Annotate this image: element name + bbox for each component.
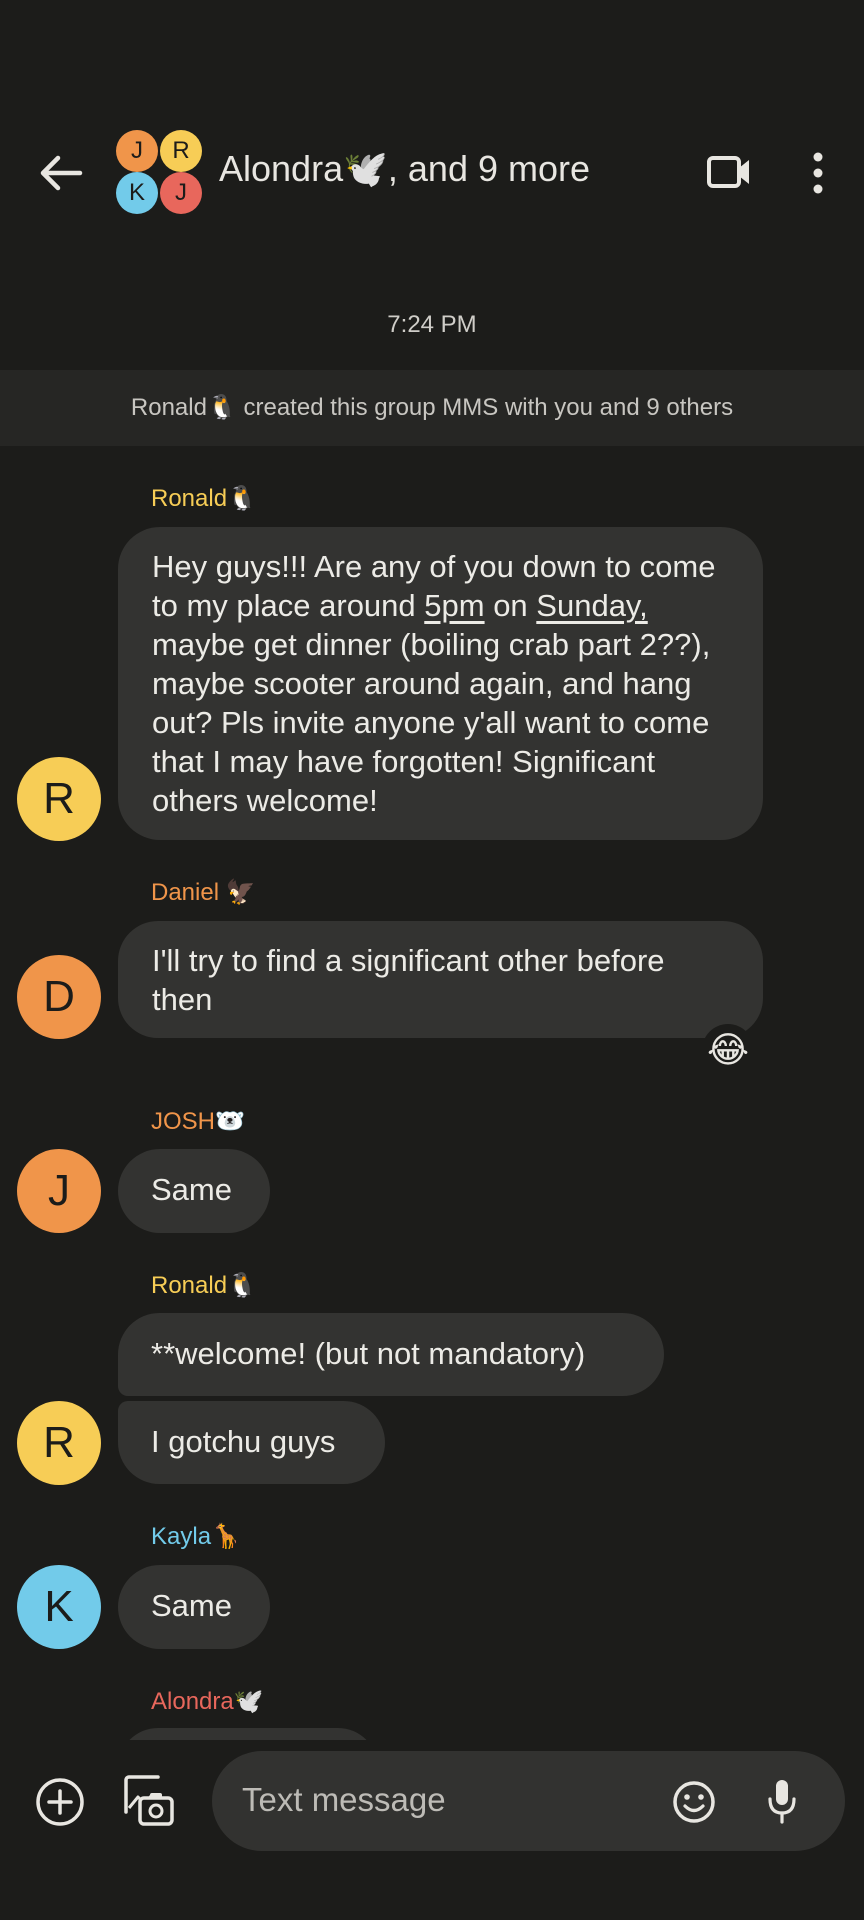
avatar[interactable]: R [17, 757, 101, 841]
message-bubble[interactable]: Hey guys!!! Are any of you down to come … [118, 527, 763, 840]
conversation-timestamp: 7:24 PM [387, 311, 477, 338]
message-bubble[interactable]: **welcome! (but not mandatory) [118, 1313, 664, 1396]
sender-name: JOSH🐻‍❄️ [151, 1108, 245, 1135]
message-text: Same [151, 1588, 232, 1623]
group-avatar[interactable]: J R K J [116, 130, 204, 218]
group-avatar-letter: R [160, 130, 202, 172]
avatar[interactable]: K [17, 1565, 101, 1649]
sender-name: Ronald🐧 [151, 485, 257, 512]
add-circle-icon [36, 1778, 84, 1826]
add-attachment-button[interactable] [34, 1776, 86, 1828]
more-vert-icon [813, 152, 823, 194]
message-bubble[interactable]: I gotchu guys [118, 1401, 385, 1484]
conversation-title[interactable]: Alondra🕊️, and 9 more [219, 148, 590, 190]
message-text: I gotchu guys [151, 1424, 336, 1459]
emoji-icon [673, 1781, 715, 1823]
time-link[interactable]: 5pm [424, 588, 484, 623]
microphone-icon [768, 1780, 796, 1824]
gallery-button[interactable] [120, 1772, 176, 1828]
avatar[interactable]: J [17, 1149, 101, 1233]
avatar[interactable]: D [17, 955, 101, 1039]
message-text: maybe get dinner (boiling crab part 2??)… [152, 627, 711, 818]
reaction-emoji[interactable]: 😂 [702, 1024, 754, 1076]
message-input[interactable]: Text message [212, 1751, 845, 1851]
arrow-left-icon [40, 155, 83, 191]
back-button[interactable] [30, 148, 90, 198]
avatar[interactable]: R [17, 1401, 101, 1485]
sender-name: Alondra🕊️ [151, 1688, 264, 1715]
video-call-button[interactable] [706, 152, 752, 192]
group-avatar-letter: J [160, 172, 202, 214]
message-text: Same [151, 1172, 232, 1207]
date-link[interactable]: Sunday, [536, 588, 647, 623]
message-bubble[interactable]: Same [118, 1565, 270, 1649]
message-text: **welcome! (but not mandatory) [151, 1336, 586, 1371]
message-input-placeholder: Text message [242, 1781, 446, 1818]
voice-input-button[interactable] [765, 1777, 799, 1825]
message-text: I'll try to find a significant other bef… [152, 943, 665, 1017]
group-avatar-letter: J [116, 130, 158, 172]
gallery-camera-icon [124, 1775, 174, 1826]
more-options-button[interactable] [804, 148, 832, 198]
message-bubble[interactable]: Same [118, 1149, 270, 1233]
video-call-icon [707, 156, 749, 188]
emoji-button[interactable] [671, 1779, 717, 1825]
sender-name: Kayla🦒 [151, 1523, 241, 1550]
message-bubble[interactable]: I'll try to find a significant other bef… [118, 921, 763, 1038]
sender-name: Ronald🐧 [151, 1272, 257, 1299]
message-text: on [484, 588, 537, 623]
group-created-banner: Ronald🐧 created this group MMS with you … [0, 370, 864, 446]
sender-name: Daniel 🦅 [151, 879, 256, 906]
group-avatar-letter: K [116, 172, 158, 214]
